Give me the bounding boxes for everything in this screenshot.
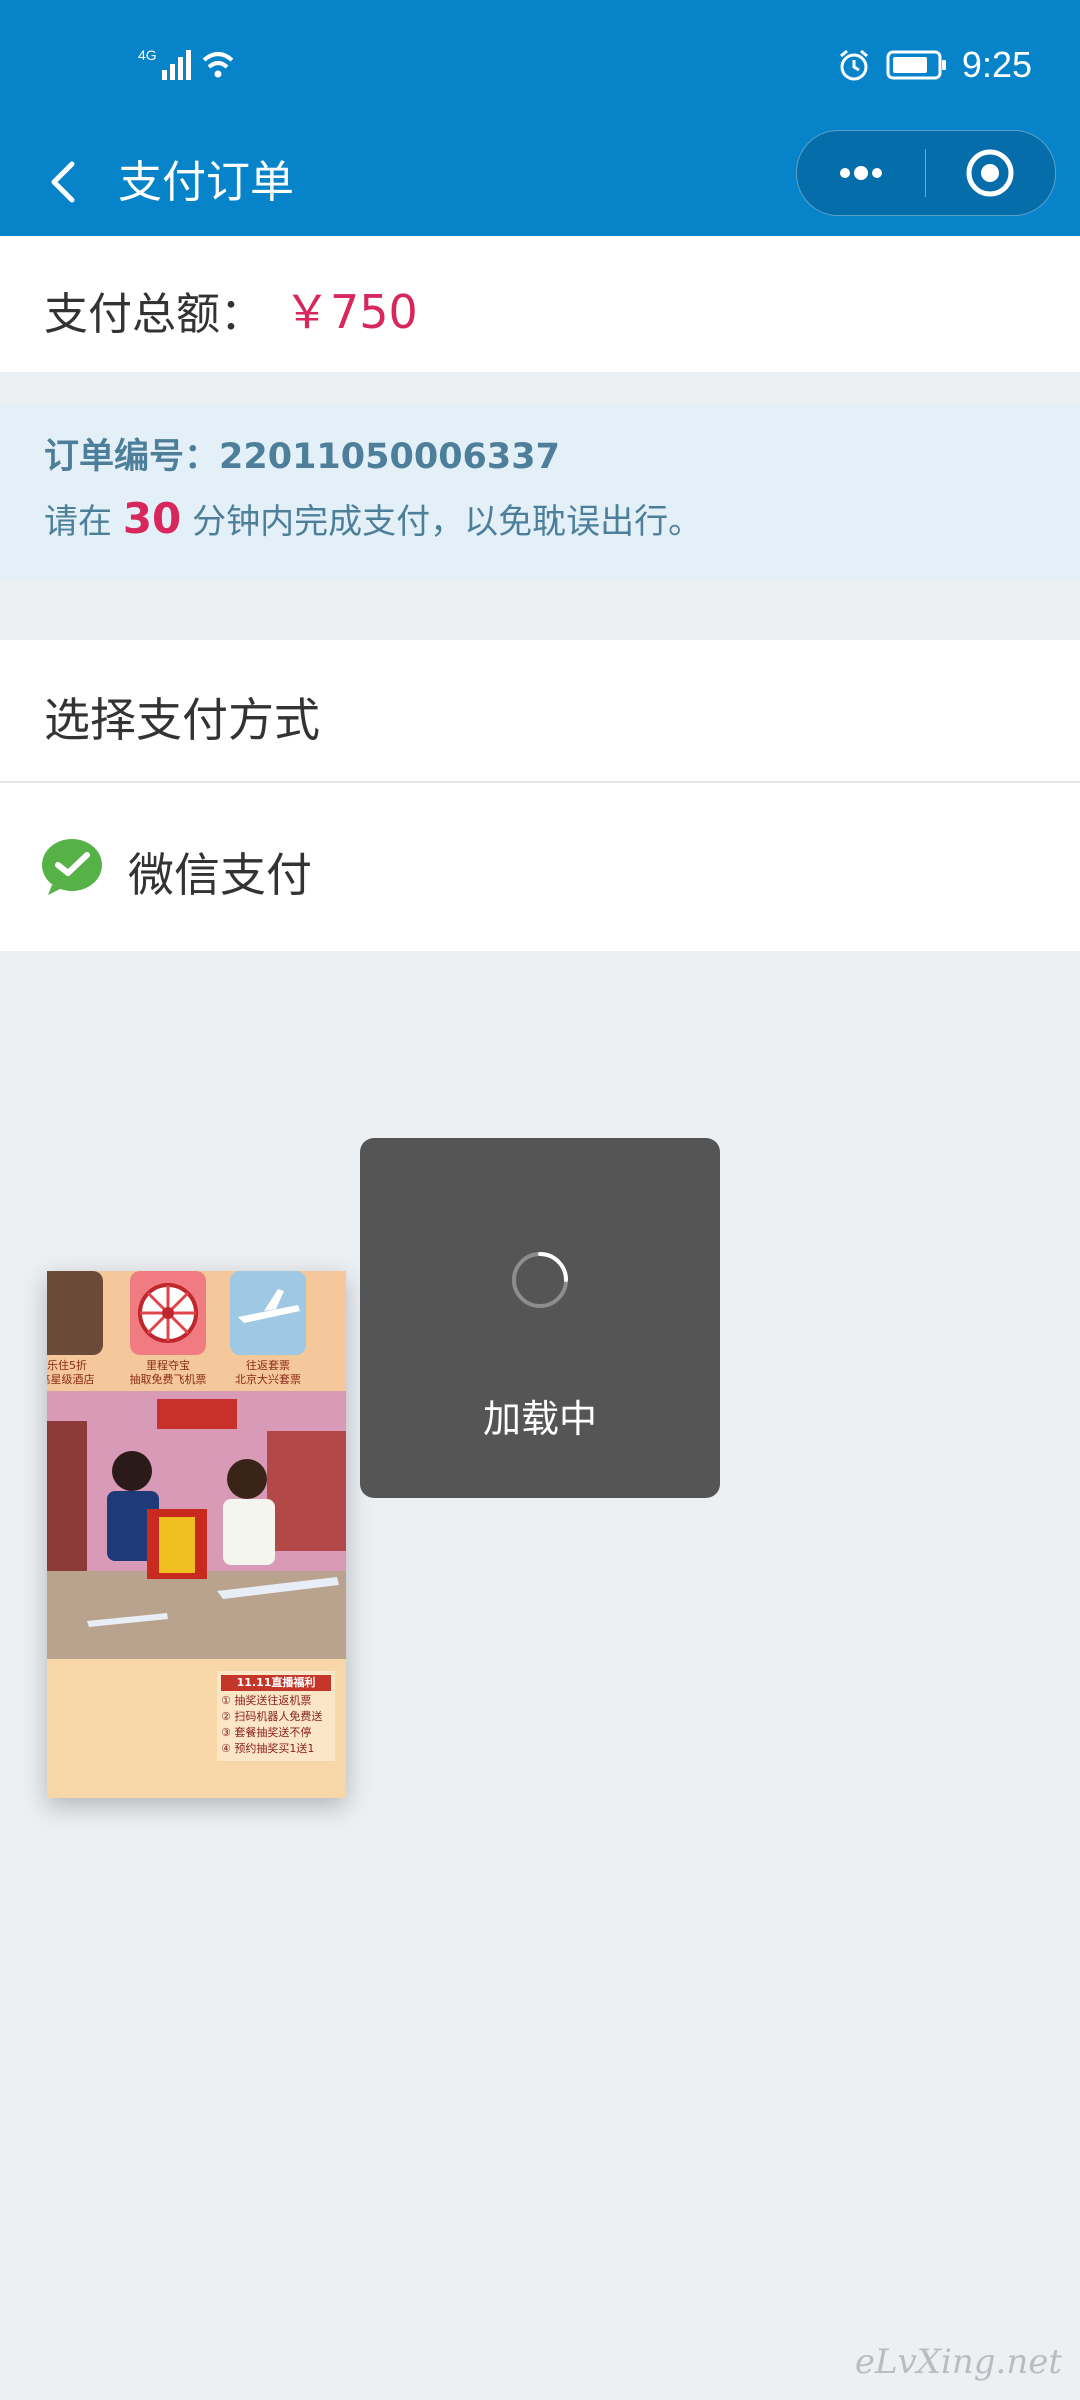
payment-option-wechat[interactable]: 微信支付 [0,783,1080,951]
wechat-pay-icon [42,839,102,895]
promo-caption-3: 往返套票 北京大兴套票 [235,1359,301,1386]
tip-prefix: 请在 [44,502,123,542]
live-video-frame [47,1391,346,1659]
benefit-item: ③ 套餐抽奖送不停 [221,1726,312,1739]
total-amount-row: 支付总额： ￥750 [0,236,1080,372]
status-right: 9:25 [836,38,1032,92]
promo-strip: 乐住5折高星级酒店 里程夺宝抽取免费飞机票 往返套票北京大兴套票 [47,1271,346,1391]
back-arrow-icon[interactable] [34,144,94,214]
benefit-item: ④ 预约抽奖买1送1 [221,1742,315,1755]
airplane-icon [238,1289,300,1323]
site-watermark: eLvXing.net [854,2342,1062,2382]
live-benefits-list: 11.11直播福利 ① 抽奖送往返机票 ② 扫码机器人免费送 ③ 套餐抽奖送不停… [217,1671,335,1761]
loading-toast: 加载中 [360,1138,720,1498]
payment-method-header: 选择支付方式 [0,640,1080,783]
total-amount-label: 支付总额： [44,289,264,340]
tip-minutes: 30 [122,494,182,543]
network-type: 4G [138,47,157,63]
promo-caption-2: 里程夺宝 抽取免费飞机票 [129,1359,207,1386]
total-amount-value: ￥750 [284,285,418,339]
ellipsis-icon[interactable] [797,131,925,215]
status-bar: 4G 9:25 [0,0,1080,130]
live-scene-image [47,1391,346,1659]
benefit-item: ② 扫码机器人免费送 [221,1710,323,1723]
mini-program-capsule [796,130,1056,216]
battery-icon [886,50,946,80]
order-number-value: 22011050006337 [219,437,560,477]
benefit-item: ① 抽奖送往返机票 [221,1694,312,1707]
target-close-icon[interactable] [926,131,1054,215]
order-number-label: 订单编号： [44,437,220,477]
floating-live-video[interactable]: 乐住5折高星级酒店 里程夺宝抽取免费飞机票 往返套票北京大兴套票 11.11直播… [47,1271,346,1798]
prize-wheel-icon [138,1283,198,1343]
payment-deadline-tip: 请在 30 分钟内完成支付，以免耽误出行。 [44,494,702,543]
tip-suffix: 分钟内完成支付，以免耽误出行。 [181,502,703,542]
wechat-pay-label: 微信支付 [128,848,312,902]
payment-method-title: 选择支付方式 [44,693,320,747]
alarm-icon [839,49,868,81]
top-header: 4G 9:25 支付订单 [0,0,1080,236]
loading-text: 加载中 [482,1397,597,1441]
signal-wifi-icon: 4G [138,47,234,80]
order-info-panel: 订单编号：22011050006337 请在 30 分钟内完成支付，以免耽误出行… [0,404,1080,580]
promo-card-plane [230,1271,306,1355]
promo-card-hotel [47,1271,103,1355]
promo-caption-1: 乐住5折高星级酒店 [47,1359,95,1386]
benefits-banner: 11.11直播福利 [221,1675,331,1691]
status-time: 9:25 [961,44,1032,85]
promo-card-wheel [130,1271,206,1355]
nav-bar: 支付订单 [0,130,1080,236]
loading-spinner-icon [512,1252,568,1308]
order-number-line: 订单编号：22011050006337 [44,428,560,479]
page-title: 支付订单 [118,157,294,208]
